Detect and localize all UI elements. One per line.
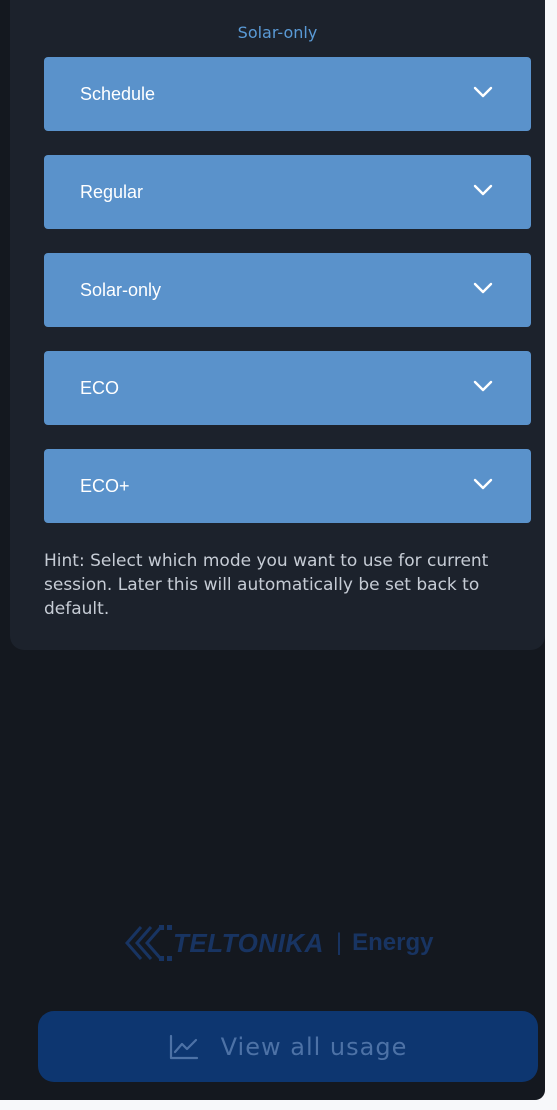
line-chart-icon xyxy=(169,1034,198,1059)
brand-name: TELTONIKA xyxy=(173,927,324,958)
mode-hint-text: Hint: Select which mode you want to use … xyxy=(44,551,489,619)
mode-option-schedule[interactable]: Schedule xyxy=(44,57,531,131)
brand-suffix: Energy xyxy=(352,929,434,956)
brand-logo: TELTONIKA | Energy xyxy=(115,918,433,968)
selected-mode-title: Solar-only xyxy=(237,23,318,42)
mode-label: ECO xyxy=(80,377,120,398)
mode-option-eco-plus[interactable]: ECO+ xyxy=(44,449,531,523)
brand-separator: | xyxy=(335,929,343,956)
mode-label: ECO+ xyxy=(80,475,130,496)
chevron-down-icon xyxy=(473,86,493,98)
mode-label: Solar-only xyxy=(80,279,162,300)
chevron-down-icon xyxy=(473,282,493,294)
chevron-down-icon xyxy=(473,184,493,196)
chevron-down-icon xyxy=(473,380,493,392)
view-all-usage-button[interactable]: View all usage xyxy=(38,1011,538,1082)
charging-mode-panel: Solar-only Schedule Regular Solar-only E… xyxy=(10,0,545,650)
mode-option-solar-only[interactable]: Solar-only xyxy=(44,253,531,327)
mode-label: Regular xyxy=(80,181,144,202)
teltonika-logo-icon xyxy=(125,925,172,961)
mode-option-regular[interactable]: Regular xyxy=(44,155,531,229)
view-all-usage-label: View all usage xyxy=(220,1032,408,1061)
chevron-down-icon xyxy=(473,478,493,490)
mode-option-eco[interactable]: ECO xyxy=(44,351,531,425)
app-screen: Solar-only Schedule Regular Solar-only E… xyxy=(0,0,545,1100)
mode-label: Schedule xyxy=(80,83,156,104)
